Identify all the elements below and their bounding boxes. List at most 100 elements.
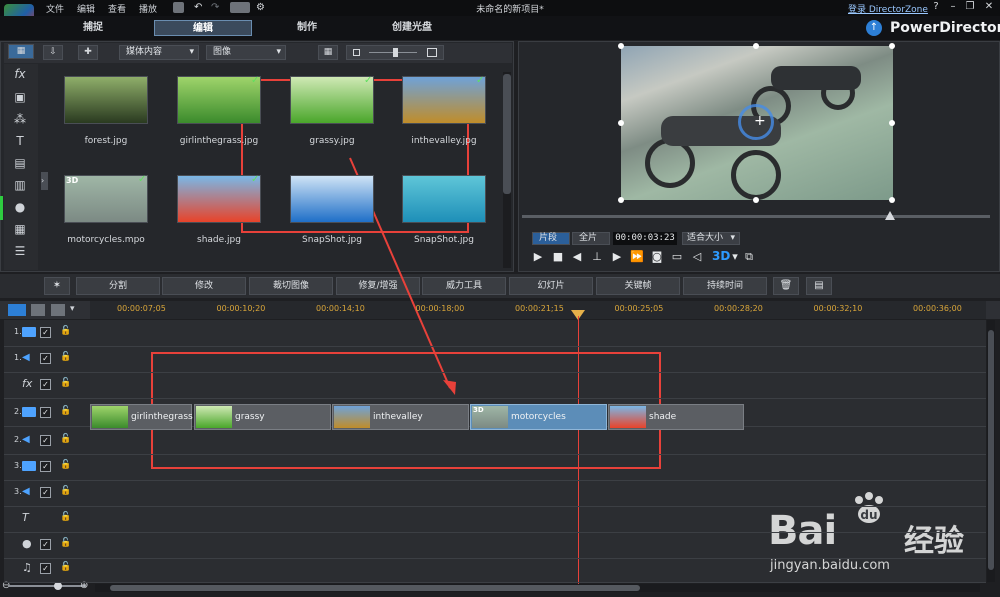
timeline-clip[interactable]: inthevalley xyxy=(332,404,469,430)
3d-badge-icon: 3D xyxy=(473,406,484,414)
title-track-icon: T xyxy=(22,511,29,524)
check-icon: ✓ xyxy=(138,174,147,185)
ruler-tick-label: 00:00:14;10 xyxy=(316,304,365,313)
timeline-clip[interactable]: girlinthegrass xyxy=(90,404,193,430)
timeline-clip[interactable]: shade xyxy=(608,404,744,430)
watermark-cn: 经验 xyxy=(904,524,964,559)
video-track-icon xyxy=(22,461,36,471)
check-icon: ✓ xyxy=(364,75,373,86)
track-header: 2. ✓ 🔓 xyxy=(8,404,88,422)
clip-label: motorcycles xyxy=(511,412,566,422)
lock-icon[interactable]: 🔓 xyxy=(60,562,71,574)
clip-thumbnail xyxy=(610,406,646,428)
track-enable-checkbox[interactable]: ✓ xyxy=(40,327,51,338)
media-thumbnail[interactable] xyxy=(290,76,374,124)
track-header: T 🔓 xyxy=(8,510,88,528)
clip-thumbnail xyxy=(92,406,128,428)
clip-thumbnail xyxy=(334,406,370,428)
timeline-clip[interactable]: grassy xyxy=(194,404,331,430)
lock-icon[interactable]: 🔓 xyxy=(60,486,71,498)
ruler-tick-label: 00:00:32;10 xyxy=(813,304,863,313)
track-separator xyxy=(4,398,986,399)
track-enable-checkbox[interactable]: ✓ xyxy=(40,461,51,472)
media-thumbnail[interactable] xyxy=(402,76,486,124)
media-thumbnail-label: grassy.jpg xyxy=(309,136,355,146)
voice-track-icon: ● xyxy=(22,537,32,550)
track-separator xyxy=(4,532,986,533)
media-thumbnail[interactable] xyxy=(177,76,261,124)
track-separator xyxy=(4,372,986,373)
watermark: Bai du 经验 jingyan.baidu.com xyxy=(768,490,990,580)
media-thumbnail-label: forest.jpg xyxy=(84,136,128,146)
ruler-tick-label: 00:00:28;20 xyxy=(714,304,763,313)
media-thumbnail-label: SnapShot.jpg xyxy=(302,235,362,245)
ruler-tick-label: 00:00:21;15 xyxy=(515,304,564,313)
audio-track-icon: ◀ xyxy=(22,486,30,497)
track-enable-checkbox[interactable]: ✓ xyxy=(40,563,51,574)
watermark-brand: Bai xyxy=(768,508,837,554)
timeline-clip[interactable]: 3D motorcycles xyxy=(470,404,607,430)
zoom-slider[interactable] xyxy=(8,585,86,587)
media-thumbnail-label: motorcycles.mpo xyxy=(67,235,145,245)
check-icon: ✓ xyxy=(476,75,485,86)
video-track-icon xyxy=(22,407,36,417)
clip-label: girlinthegrass xyxy=(131,412,193,422)
timeline-horizontal-scroll-thumb[interactable] xyxy=(110,585,640,591)
track-enable-checkbox[interactable]: ✓ xyxy=(40,435,51,446)
media-thumbnail[interactable] xyxy=(402,175,486,223)
lock-icon[interactable]: 🔓 xyxy=(60,378,71,390)
track-separator xyxy=(4,506,986,507)
media-thumbnail-label: shade.jpg xyxy=(197,235,241,245)
track-separator xyxy=(4,454,986,455)
track-separator xyxy=(4,346,986,347)
check-icon: ✓ xyxy=(251,174,260,185)
media-thumbnail[interactable] xyxy=(177,175,261,223)
lock-icon[interactable]: 🔓 xyxy=(60,460,71,472)
media-thumbnail[interactable] xyxy=(64,76,148,124)
track-enable-checkbox[interactable]: ✓ xyxy=(40,407,51,418)
media-thumbnail[interactable] xyxy=(290,175,374,223)
clip-label: grassy xyxy=(235,412,265,422)
fx-track-icon: fx xyxy=(22,377,33,390)
track-number: 2. xyxy=(14,435,22,444)
clip-thumbnail xyxy=(196,406,232,428)
track-header: 3. ◀ ✓ 🔓 xyxy=(8,484,88,502)
track-number: 1. xyxy=(14,327,22,336)
track-enable-checkbox[interactable]: ✓ xyxy=(40,539,51,550)
3d-badge-icon: 3D xyxy=(66,176,79,185)
zoom-knob[interactable] xyxy=(54,582,62,590)
track-header: fx ✓ 🔓 xyxy=(8,376,88,394)
track-enable-checkbox[interactable]: ✓ xyxy=(40,379,51,390)
lock-icon[interactable]: 🔓 xyxy=(60,406,71,418)
track-separator xyxy=(4,582,986,583)
clip-label: shade xyxy=(649,412,677,422)
track-header: ♫ ✓ 🔓 xyxy=(8,560,88,578)
ruler-tick-label: 00:00:36;00 xyxy=(913,304,962,313)
track-header: 1. ◀ ✓ 🔓 xyxy=(8,350,88,368)
paw-icon: du xyxy=(855,492,883,523)
track-number: 3. xyxy=(14,487,22,496)
track-header: 1. ✓ 🔓 xyxy=(8,324,88,342)
ruler-tick-label: 00:00:07;05 xyxy=(117,304,166,313)
track-separator xyxy=(4,558,986,559)
lock-icon[interactable]: 🔓 xyxy=(60,326,71,338)
track-enable-checkbox[interactable]: ✓ xyxy=(40,487,51,498)
lock-icon[interactable]: 🔓 xyxy=(60,352,71,364)
audio-track-icon: ◀ xyxy=(22,434,30,445)
track-number: 3. xyxy=(14,461,22,470)
ruler-tick-label: 00:00:10;20 xyxy=(216,304,266,313)
media-thumbnail-label: inthevalley.jpg xyxy=(411,136,477,146)
media-thumbnail-label: girlinthegrass.jpg xyxy=(179,136,259,146)
track-header: 3. ✓ 🔓 xyxy=(8,458,88,476)
ruler-tick-label: 00:00:25;05 xyxy=(614,304,664,313)
lock-icon[interactable]: 🔓 xyxy=(60,538,71,550)
lock-icon[interactable]: 🔓 xyxy=(60,434,71,446)
track-enable-checkbox[interactable]: ✓ xyxy=(40,353,51,364)
clip-label: inthevalley xyxy=(373,412,423,422)
lock-icon[interactable]: 🔓 xyxy=(60,512,71,524)
track-header: 2. ◀ ✓ 🔓 xyxy=(8,432,88,450)
track-header: ● ✓ 🔓 xyxy=(8,536,88,554)
track-number: 2. xyxy=(14,407,22,416)
audio-track-icon: ◀ xyxy=(22,352,30,363)
svg-text:du: du xyxy=(860,508,877,522)
